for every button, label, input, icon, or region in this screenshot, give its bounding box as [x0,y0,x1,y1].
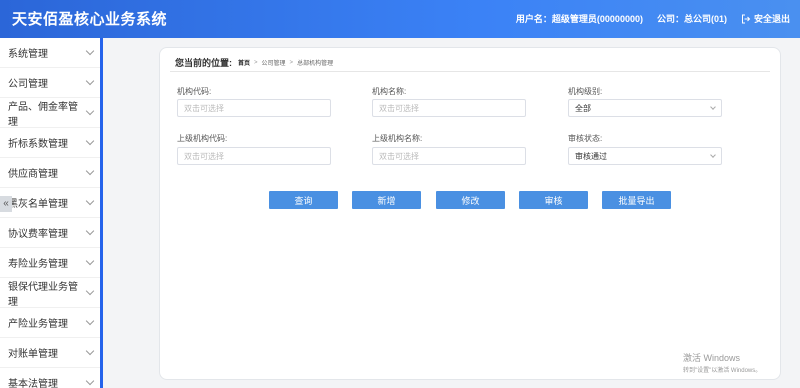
audit-status-select[interactable]: 审核通过 [568,147,722,165]
logout-icon [741,14,751,23]
breadcrumb-lead: 您当前的位置: [175,58,232,68]
parent-name-input[interactable]: 双击可选择 [372,147,526,165]
sidebar-item-system[interactable]: 系统管理 [0,38,100,68]
org-code-input[interactable]: 双击可选择 [177,99,331,117]
logout-button[interactable]: 安全退出 [741,12,790,25]
chevron-down-icon [85,286,95,296]
sidebar-item-label: 产品、佣金率管理 [8,101,78,128]
sidebar-item-basic-law[interactable]: 基本法管理 [0,368,100,388]
batch-export-button[interactable]: 批量导出 [602,191,671,209]
company-label: 公司：总公司(01) [656,14,727,24]
parent-code-input[interactable]: 双击可选择 [177,147,331,165]
add-button[interactable]: 新增 [352,191,421,209]
chevron-down-icon [85,196,95,206]
audit-status-label: 审核状态: [568,134,603,143]
sidebar-item-label: 公司管理 [8,79,48,90]
sidebar-item-bancassurance[interactable]: 银保代理业务管理 [0,278,100,308]
audit-button[interactable]: 审核 [519,191,588,209]
chevron-down-icon [85,316,95,326]
watermark-subtitle: 转到"设置"以激活 Windows。 [683,368,762,374]
breadcrumb-separator: > [289,59,294,66]
org-code-label: 机构代码: [177,87,212,96]
breadcrumb-divider [170,71,770,72]
breadcrumb-separator: > [254,59,258,66]
main-panel: 您当前的位置: 首页 > 公司管理 > 总部机构管理 机构代码: 双击可选择 机… [159,47,781,380]
sidebar-item-blacklist[interactable]: 黑灰名单管理 [0,188,100,218]
chevron-down-icon [710,152,716,158]
sidebar-item-product-commission[interactable]: 产品、佣金率管理 [0,98,100,128]
chevron-down-icon [710,104,716,110]
chevron-down-icon [85,46,95,56]
sidebar-item-label: 黑灰名单管理 [8,199,68,210]
org-level-label: 机构级别: [568,87,603,96]
parent-name-label: 上级机构名称: [372,134,423,143]
app-title: 天安佰盈核心业务系统 [12,11,168,28]
sidebar-item-life-insurance[interactable]: 寿险业务管理 [0,248,100,278]
sidebar-item-label: 协议费率管理 [8,229,68,240]
chevron-down-icon [85,256,95,266]
username-label: 用户名：超级管理员(00000000) [515,14,643,24]
query-button[interactable]: 查询 [269,191,338,209]
sidebar-item-label: 供应商管理 [8,169,58,180]
parent-code-label: 上级机构代码: [177,134,228,143]
logout-label: 安全退出 [753,14,790,24]
org-level-value: 全部 [575,103,591,113]
chevron-down-icon [85,136,95,146]
sidebar-item-label: 基本法管理 [8,379,58,388]
user-info: 用户名：超级管理员(00000000) 公司：总公司(01) 安全退出 [516,12,790,25]
audit-status-value: 审核通过 [575,151,607,161]
sidebar-item-company[interactable]: 公司管理 [0,68,100,98]
chevron-down-icon [85,346,95,356]
sidebar-item-label: 产险业务管理 [8,319,68,330]
chevron-down-icon [85,226,95,236]
sidebar-item-label: 系统管理 [8,49,48,60]
breadcrumb-company-management[interactable]: 公司管理 [262,58,286,67]
chevron-down-icon [85,76,95,86]
top-header: 天安佰盈核心业务系统 用户名：超级管理员(00000000) 公司：总公司(01… [0,0,800,38]
sidebar-item-property-insurance[interactable]: 产险业务管理 [0,308,100,338]
sidebar-item-statement[interactable]: 对账单管理 [0,338,100,368]
breadcrumb-current: 总部机构管理 [297,61,334,67]
sidebar-item-label: 寿险业务管理 [8,259,68,270]
sidebar-item-discount-coefficient[interactable]: 折标系数管理 [0,128,100,158]
sidebar-nav: 系统管理 公司管理 产品、佣金率管理 折标系数管理 供应商管理 黑灰名单管理 协… [0,38,103,388]
chevron-down-icon [85,106,95,116]
chevron-down-icon [85,376,95,386]
sidebar-item-label: 折标系数管理 [8,139,68,150]
org-name-label: 机构名称: [372,87,407,96]
breadcrumb-home[interactable]: 首页 [238,58,250,67]
watermark-title: 激活 Windows [683,353,741,363]
org-name-input[interactable]: 双击可选择 [372,99,526,117]
sidebar-collapse-icon[interactable]: « [0,196,12,212]
sidebar-item-label: 银保代理业务管理 [8,281,78,308]
sidebar-item-agreement-rate[interactable]: 协议费率管理 [0,218,100,248]
sidebar-item-label: 对账单管理 [8,349,58,360]
sidebar-item-supplier[interactable]: 供应商管理 [0,158,100,188]
breadcrumb: 您当前的位置: 首页 > 公司管理 > 总部机构管理 [175,56,333,69]
chevron-down-icon [85,166,95,176]
windows-activation-watermark: 激活 Windows 转到"设置"以激活 Windows。 [683,351,761,374]
edit-button[interactable]: 修改 [436,191,505,209]
org-level-select[interactable]: 全部 [568,99,722,117]
